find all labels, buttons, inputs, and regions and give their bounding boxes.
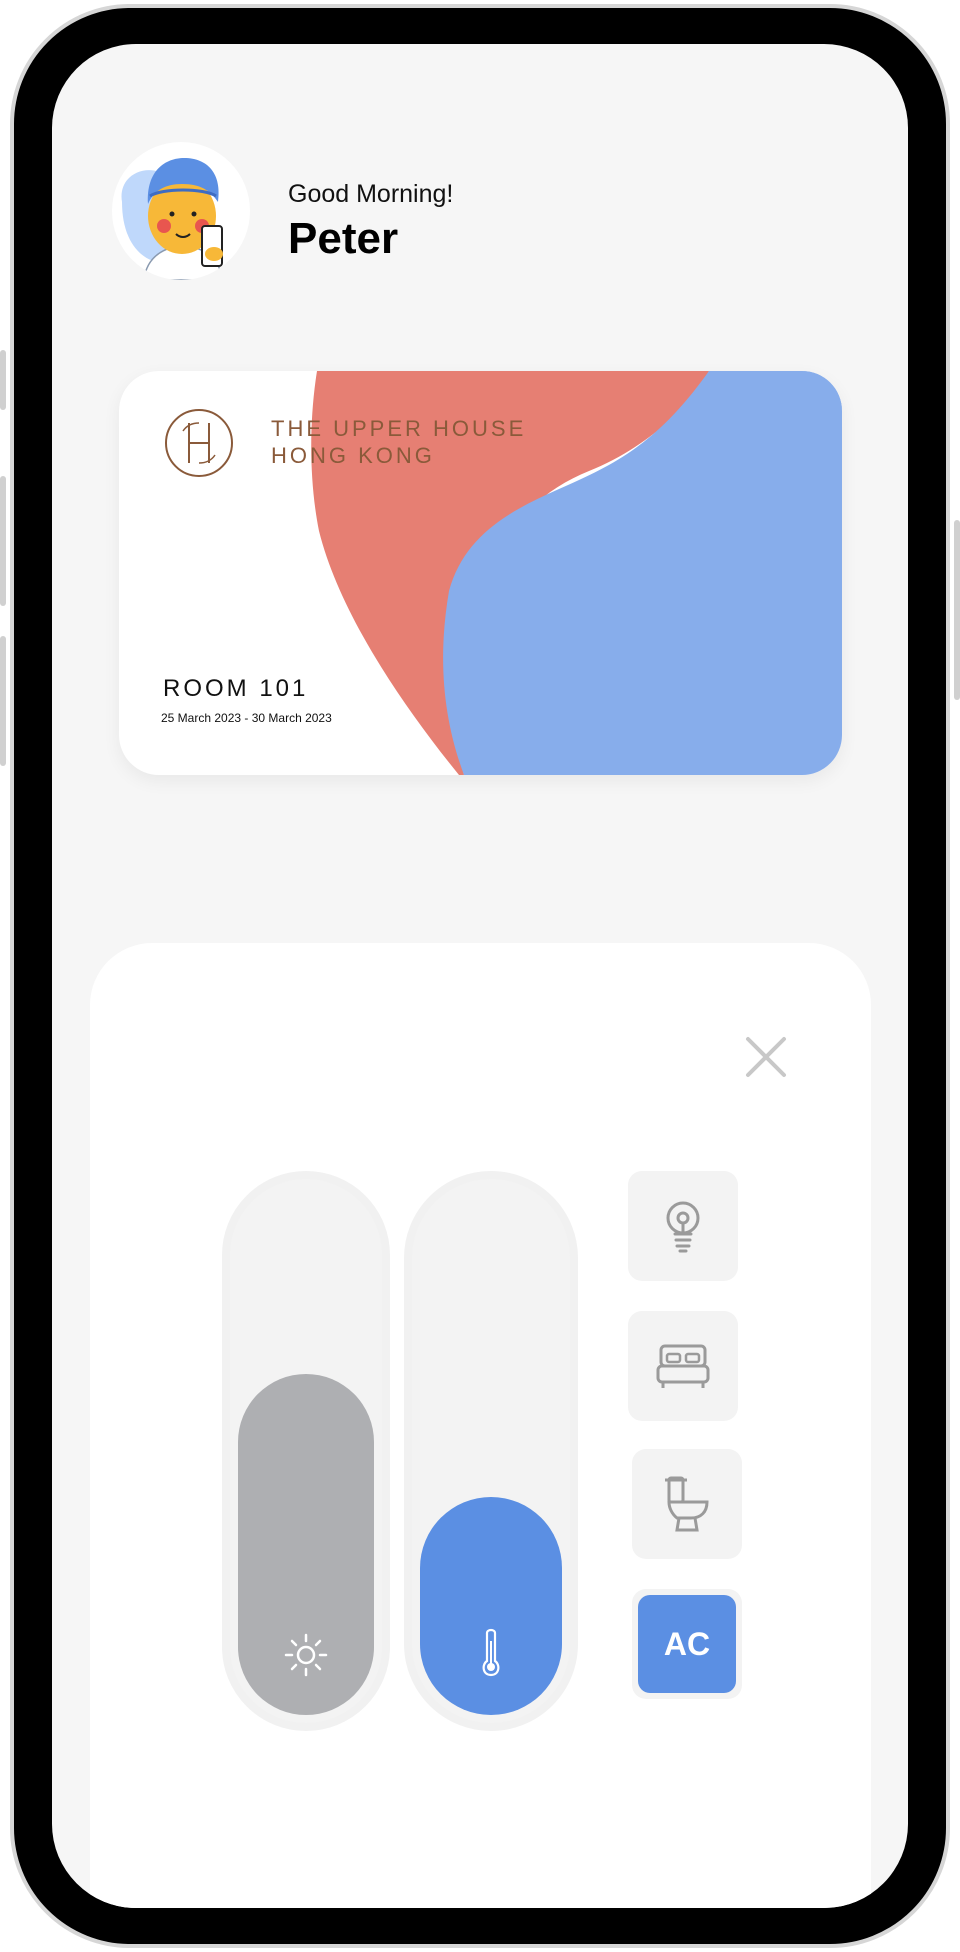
sun-icon [284, 1633, 328, 1677]
toilet-icon [665, 1476, 709, 1532]
avatar-cartoon-icon [121, 158, 223, 280]
temperature-slider-fill[interactable] [420, 1497, 562, 1715]
avatar[interactable] [112, 142, 250, 280]
greeting-text: Good Morning! [288, 180, 454, 208]
user-name: Peter [288, 214, 399, 263]
close-button[interactable] [744, 1035, 788, 1079]
stay-dates: 25 March 2023 - 30 March 2023 [161, 711, 332, 725]
hotel-name-line2: HONG KONG [271, 443, 435, 468]
room-number: ROOM 101 [163, 675, 309, 702]
thermometer-icon [482, 1628, 500, 1677]
brightness-slider[interactable] [222, 1171, 390, 1731]
toilet-mode-button[interactable] [632, 1449, 742, 1559]
brightness-slider-fill[interactable] [238, 1374, 374, 1715]
room-controls-panel: AC [90, 943, 871, 1908]
lightbulb-icon [666, 1201, 700, 1253]
hotel-name: THE UPPER HOUSE HONG KONG [271, 415, 526, 469]
side-button-mute [0, 350, 6, 410]
bed-icon [656, 1344, 710, 1388]
hotel-logo-icon [165, 409, 233, 477]
room-key-card[interactable]: THE UPPER HOUSE HONG KONG ROOM 101 25 Ma… [119, 371, 842, 775]
close-icon [746, 1037, 786, 1077]
side-button-volume-down [0, 636, 6, 766]
temperature-slider[interactable] [404, 1171, 578, 1731]
app-screen: Good Morning! Peter THE UPPER HOUSE HONG… [52, 44, 908, 1908]
side-button-volume-up [0, 476, 6, 606]
bed-mode-button[interactable] [628, 1311, 738, 1421]
hotel-name-line1: THE UPPER HOUSE [271, 416, 527, 441]
ac-mode-button[interactable]: AC [632, 1589, 742, 1699]
side-button-power [954, 520, 960, 700]
light-mode-button[interactable] [628, 1171, 738, 1281]
ac-mode-label: AC [638, 1595, 736, 1693]
